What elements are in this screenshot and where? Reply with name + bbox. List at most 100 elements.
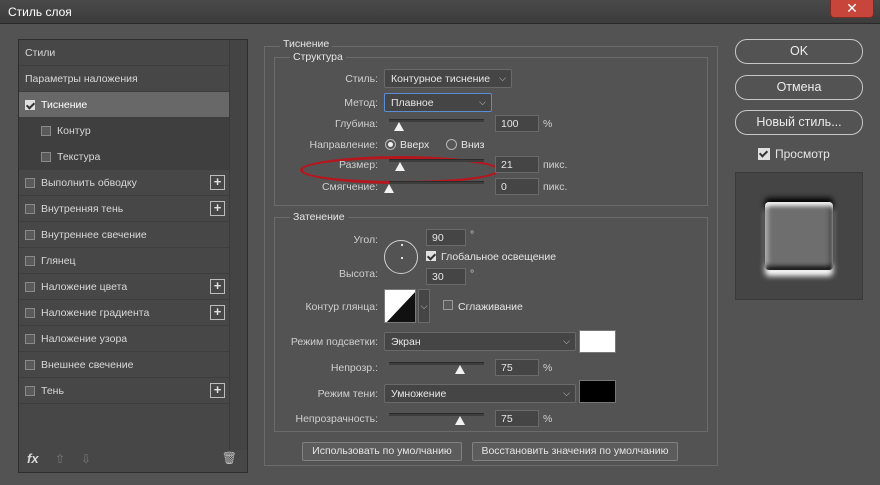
highlight-mode-value: Экран bbox=[391, 336, 421, 348]
highlight-mode-dropdown[interactable]: Экран ⌵ bbox=[384, 332, 576, 351]
trash-icon[interactable]: 🗑 bbox=[222, 451, 237, 465]
highlight-mode-label: Режим подсветки: bbox=[290, 336, 378, 348]
angle-input[interactable]: 90 bbox=[426, 229, 466, 246]
contour-curve-icon bbox=[386, 292, 415, 322]
style-list-item[interactable]: Параметры наложения bbox=[19, 66, 229, 92]
size-slider-thumb[interactable] bbox=[395, 162, 406, 171]
highlight-opacity-slider-thumb[interactable] bbox=[455, 365, 466, 374]
shading-title: Затенение bbox=[290, 211, 348, 223]
window-title: Стиль слоя bbox=[8, 5, 72, 19]
style-list-item-checkbox[interactable] bbox=[41, 151, 51, 162]
soften-slider-track[interactable] bbox=[389, 181, 484, 184]
gloss-contour-thumbnail[interactable] bbox=[384, 289, 416, 323]
preview-checkbox[interactable] bbox=[758, 148, 770, 160]
style-list-item-checkbox[interactable] bbox=[25, 99, 35, 110]
size-label: Размер: bbox=[338, 159, 378, 171]
fx-icon[interactable]: fx bbox=[27, 451, 39, 466]
angle-dial[interactable] bbox=[384, 240, 418, 274]
depth-unit: % bbox=[543, 118, 553, 130]
direction-down-radio[interactable] bbox=[446, 139, 457, 150]
style-list-item-checkbox[interactable] bbox=[25, 307, 35, 318]
style-list-item-label: Текстура bbox=[57, 150, 101, 163]
title-bar: Стиль слоя ✕ bbox=[0, 0, 880, 24]
style-list-item-checkbox[interactable] bbox=[25, 203, 35, 214]
new-style-button[interactable]: Новый стиль... bbox=[735, 110, 863, 135]
highlight-color-swatch[interactable] bbox=[579, 330, 616, 353]
style-list-item-label: Внешнее свечение bbox=[41, 358, 134, 371]
global-light-checkbox[interactable] bbox=[426, 251, 436, 261]
highlight-opacity-slider-track[interactable] bbox=[389, 362, 484, 365]
style-list-item-checkbox[interactable] bbox=[25, 359, 35, 370]
shadow-opacity-slider-track[interactable] bbox=[389, 413, 484, 416]
shadow-mode-dropdown[interactable]: Умножение ⌵ bbox=[384, 384, 576, 403]
structure-title: Структура bbox=[290, 51, 346, 63]
style-list-item[interactable]: Наложение градиента + bbox=[19, 300, 229, 326]
depth-slider-thumb[interactable] bbox=[393, 122, 404, 131]
style-list-item[interactable]: Наложение цвета + bbox=[19, 274, 229, 300]
style-dropdown[interactable]: Контурное тиснение ⌵ bbox=[384, 69, 512, 88]
style-list-item[interactable]: Внутреннее свечение bbox=[19, 222, 229, 248]
ok-button[interactable]: OK bbox=[735, 39, 863, 64]
style-list-item-checkbox[interactable] bbox=[25, 333, 35, 344]
highlight-opacity-input[interactable]: 75 bbox=[495, 359, 539, 376]
style-list-item-checkbox[interactable] bbox=[25, 385, 35, 396]
altitude-unit: ° bbox=[470, 268, 475, 280]
add-effect-plus-icon[interactable]: + bbox=[210, 201, 225, 216]
highlight-opacity-label: Непрозр.: bbox=[330, 362, 378, 374]
make-default-button[interactable]: Использовать по умолчанию bbox=[302, 442, 462, 461]
styles-list-footer: fx ⇧ ⇩ 🗑 bbox=[19, 446, 247, 472]
add-effect-plus-icon[interactable]: + bbox=[210, 305, 225, 320]
styles-list-scrollbar[interactable] bbox=[229, 40, 247, 450]
style-list-item[interactable]: Контур bbox=[19, 118, 229, 144]
style-list-item-checkbox[interactable] bbox=[25, 255, 35, 266]
technique-dropdown[interactable]: Плавное ⌵ bbox=[384, 93, 492, 112]
arrow-up-icon[interactable]: ⇧ bbox=[55, 452, 65, 466]
close-icon[interactable]: ✕ bbox=[830, 0, 874, 18]
add-effect-plus-icon[interactable]: + bbox=[210, 175, 225, 190]
soften-label: Смягчение: bbox=[321, 181, 378, 193]
style-list-item[interactable]: Выполнить обводку + bbox=[19, 170, 229, 196]
anti-aliased-label: Сглаживание bbox=[458, 301, 523, 313]
style-list-item[interactable]: Внешнее свечение bbox=[19, 352, 229, 378]
shadow-opacity-input[interactable]: 75 bbox=[495, 410, 539, 427]
angle-unit: ° bbox=[470, 229, 475, 241]
arrow-down-icon[interactable]: ⇩ bbox=[81, 452, 91, 466]
depth-input[interactable]: 100 bbox=[495, 115, 539, 132]
style-list-item-checkbox[interactable] bbox=[25, 281, 35, 292]
altitude-input[interactable]: 30 bbox=[426, 268, 466, 285]
add-effect-plus-icon[interactable]: + bbox=[210, 383, 225, 398]
anti-aliased-checkbox[interactable] bbox=[443, 300, 453, 310]
style-list-item[interactable]: Наложение узора bbox=[19, 326, 229, 352]
add-effect-plus-icon[interactable]: + bbox=[210, 279, 225, 294]
style-list-item[interactable]: Глянец bbox=[19, 248, 229, 274]
cancel-button[interactable]: Отмена bbox=[735, 75, 863, 100]
style-list-item-checkbox[interactable] bbox=[25, 177, 35, 188]
angle-label: Угол: bbox=[353, 234, 378, 246]
shadow-color-swatch[interactable] bbox=[579, 380, 616, 403]
style-list-item-label: Выполнить обводку bbox=[41, 176, 137, 189]
style-list-item[interactable]: Тиснение bbox=[19, 92, 229, 118]
shadow-opacity-slider-thumb[interactable] bbox=[455, 416, 466, 425]
style-list-item-checkbox[interactable] bbox=[41, 125, 51, 136]
soften-unit: пикс. bbox=[543, 181, 568, 193]
style-list-item[interactable]: Внутренняя тень + bbox=[19, 196, 229, 222]
style-list-item-label: Тиснение bbox=[41, 98, 88, 111]
highlight-opacity-unit: % bbox=[543, 362, 553, 374]
style-list-item[interactable]: Тень + bbox=[19, 378, 229, 404]
chevron-down-icon: ⌵ bbox=[563, 336, 570, 346]
style-list-item[interactable]: Стили bbox=[19, 40, 229, 66]
size-unit: пикс. bbox=[543, 159, 568, 171]
style-list-item-checkbox[interactable] bbox=[25, 229, 35, 240]
dialog-body: Стили Параметры наложения Тиснение Контур Те… bbox=[0, 24, 880, 485]
chevron-down-icon[interactable]: ⌵ bbox=[418, 289, 430, 323]
soften-input[interactable]: 0 bbox=[495, 178, 539, 195]
style-list-item[interactable]: Текстура bbox=[19, 144, 229, 170]
preview-thumbnail bbox=[765, 202, 833, 270]
style-label: Стиль: bbox=[345, 73, 378, 85]
size-input[interactable]: 21 bbox=[495, 156, 539, 173]
soften-slider-thumb[interactable] bbox=[384, 184, 394, 193]
shadow-mode-value: Умножение bbox=[391, 388, 447, 400]
reset-to-default-button[interactable]: Восстановить значения по умолчанию bbox=[472, 442, 678, 461]
direction-down-label: Вниз bbox=[461, 139, 485, 151]
direction-up-radio[interactable] bbox=[385, 139, 396, 150]
